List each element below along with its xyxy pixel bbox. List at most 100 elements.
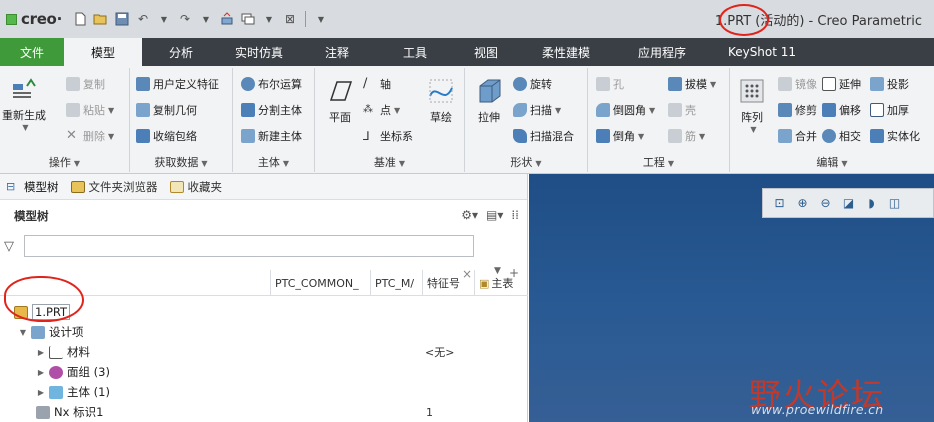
tree-item-bodies[interactable]: ▶ 主体 (1) — [0, 382, 528, 402]
tree-item-material[interactable]: ▶ 材料 <无> — [0, 342, 528, 362]
close-window-icon[interactable]: ⊠ — [282, 11, 298, 27]
thicken-button[interactable]: 加厚 — [870, 102, 909, 118]
tab-file[interactable]: 文件 — [0, 38, 64, 66]
group-editing: 阵列 ▼ 镜像 延伸 投影 修剪 偏移 加厚 合并 相交 实体化 编辑 ▼ — [730, 68, 934, 172]
tree-item-quilts[interactable]: ▶ 面组 (3) — [0, 362, 528, 382]
tab-annotate[interactable]: 注释 — [298, 38, 376, 66]
offset-button[interactable]: 偏移 — [822, 102, 861, 118]
delete-button[interactable]: ✕ 删除 ▼ — [66, 128, 114, 144]
tree-settings-icon[interactable]: ⚙▾ — [461, 208, 478, 222]
extend-button[interactable]: 延伸 — [822, 76, 861, 92]
merge-button[interactable]: 合并 — [778, 128, 817, 144]
tab-favorites[interactable]: 收藏夹 — [169, 179, 222, 195]
ribbon-tab-bar: 文件 模型 分析 实时仿真 注释 工具 视图 柔性建模 应用程序 KeyShot… — [0, 38, 934, 66]
tab-applications[interactable]: 应用程序 — [614, 38, 710, 66]
tab-view[interactable]: 视图 — [454, 38, 518, 66]
tab-analysis[interactable]: 分析 — [142, 38, 220, 66]
tree-item-nx-id[interactable]: Nx 标识1 1 — [0, 402, 528, 422]
sketch-button[interactable]: 草绘 — [423, 76, 459, 125]
pattern-button[interactable]: 阵列 ▼ — [736, 76, 768, 134]
chamfer-icon — [596, 129, 610, 143]
tab-model-tree[interactable]: ⊟ 模型树 — [6, 179, 59, 195]
plane-icon — [329, 81, 353, 101]
new-body-button[interactable]: 新建主体 — [241, 128, 302, 144]
copy-button[interactable]: 复制 — [66, 76, 105, 92]
saved-orientations-icon[interactable]: ◫ — [886, 195, 903, 212]
dropdown-caret-icon[interactable]: ▼ — [156, 11, 172, 27]
new-file-icon[interactable] — [72, 11, 88, 27]
regenerate-icon[interactable] — [219, 11, 235, 27]
expand-icon[interactable]: ▶ — [36, 388, 46, 397]
tree-columns-icon[interactable]: ⁞⁞ — [511, 208, 519, 222]
show-icon[interactable]: ▤▾ — [486, 208, 503, 222]
intersect-button[interactable]: 相交 — [822, 128, 861, 144]
group-label-get-data[interactable]: 获取数据 ▼ — [130, 154, 232, 170]
redo-icon[interactable]: ↷ — [177, 11, 193, 27]
column-header[interactable]: PTC_COMMON_ — [270, 270, 370, 296]
extrude-button[interactable]: 拉伸 — [471, 76, 507, 125]
copy-geometry-button[interactable]: 复制几何 — [136, 102, 197, 118]
open-folder-icon[interactable] — [93, 11, 109, 27]
point-button[interactable]: ⁂ 点 ▼ — [363, 102, 400, 118]
collapse-icon[interactable]: ▼ — [18, 328, 28, 337]
repaint-icon[interactable]: ◪ — [840, 195, 857, 212]
dropdown-caret-icon[interactable]: ▼ — [198, 11, 214, 27]
paste-button[interactable]: 粘贴 ▼ — [66, 102, 114, 118]
chamfer-button[interactable]: 倒角 ▼ — [596, 128, 644, 144]
column-header[interactable]: ▣ 主表 — [474, 270, 528, 296]
draft-button[interactable]: 拔模 ▼ — [668, 76, 716, 92]
tab-folder-browser[interactable]: 文件夹浏览器 — [70, 179, 158, 195]
regenerate-button[interactable]: 重新生成 ▼ — [2, 74, 46, 132]
trim-button[interactable]: 修剪 — [778, 102, 817, 118]
tab-model[interactable]: 模型 — [64, 38, 142, 66]
group-label-engineering[interactable]: 工程 ▼ — [588, 154, 729, 170]
customize-qat-icon[interactable]: ▼ — [313, 11, 329, 27]
windows-icon[interactable] — [240, 11, 256, 27]
tree-design-items[interactable]: ▼ 设计项 — [0, 322, 528, 342]
group-label-datum[interactable]: 基准 ▼ — [315, 154, 464, 170]
zoom-out-icon[interactable]: ⊖ — [817, 195, 834, 212]
tab-flexible-modeling[interactable]: 柔性建模 — [518, 38, 614, 66]
solidify-button[interactable]: 实体化 — [870, 128, 920, 144]
group-label-body[interactable]: 主体 ▼ — [233, 154, 314, 170]
tab-keyshot[interactable]: KeyShot 11 — [710, 38, 814, 66]
save-icon[interactable] — [114, 11, 130, 27]
mirror-button[interactable]: 镜像 — [778, 76, 817, 92]
project-button[interactable]: 投影 — [870, 76, 909, 92]
group-label-editing[interactable]: 编辑 ▼ — [730, 154, 934, 170]
group-label-shapes[interactable]: 形状 ▼ — [465, 154, 587, 170]
expand-icon[interactable]: ▶ — [36, 368, 46, 377]
csys-button[interactable]: ⅃ 坐标系 — [363, 128, 413, 144]
column-header[interactable]: 特征号 — [422, 270, 474, 296]
udf-icon — [136, 77, 150, 91]
undo-icon[interactable]: ↶ — [135, 11, 151, 27]
tab-tools[interactable]: 工具 — [376, 38, 454, 66]
column-header[interactable]: PTC_M/ — [370, 270, 422, 296]
group-label-operations[interactable]: 操作 ▼ — [0, 154, 129, 170]
filter-icon[interactable]: ▽ — [4, 239, 20, 254]
plane-button[interactable]: 平面 — [323, 76, 357, 125]
rib-icon — [668, 129, 682, 143]
tree-search-input[interactable] — [24, 235, 474, 257]
rib-button[interactable]: 筋 ▼ — [668, 128, 705, 144]
watermark-url: www.proewildfire.cn — [751, 402, 884, 417]
graphics-window[interactable]: ⊡ ⊕ ⊖ ◪ ◗ ◫ 野火论坛 www.proewildfire.cn — [529, 174, 934, 422]
revolve-button[interactable]: 旋转 — [513, 76, 552, 92]
tab-live-simulation[interactable]: 实时仿真 — [220, 38, 298, 66]
expand-icon[interactable]: ▶ — [36, 348, 46, 357]
udf-button[interactable]: 用户定义特征 — [136, 76, 219, 92]
dropdown-caret-icon[interactable]: ▼ — [261, 11, 277, 27]
display-style-icon[interactable]: ◗ — [863, 195, 880, 212]
round-button[interactable]: 倒圆角 ▼ — [596, 102, 655, 118]
hole-button[interactable]: 孔 — [596, 76, 624, 92]
axis-button[interactable]: ∕ 轴 — [363, 76, 391, 92]
shrinkwrap-button[interactable]: 收缩包络 — [136, 128, 197, 144]
boolean-button[interactable]: 布尔运算 — [241, 76, 302, 92]
refit-icon[interactable]: ⊡ — [771, 195, 788, 212]
split-body-button[interactable]: 分割主体 — [241, 102, 302, 118]
tree-root-part[interactable]: 1.PRT — [0, 302, 528, 322]
swept-blend-button[interactable]: 扫描混合 — [513, 128, 574, 144]
sweep-button[interactable]: 扫描 ▼ — [513, 102, 561, 118]
zoom-in-icon[interactable]: ⊕ — [794, 195, 811, 212]
shell-button[interactable]: 壳 — [668, 102, 696, 118]
